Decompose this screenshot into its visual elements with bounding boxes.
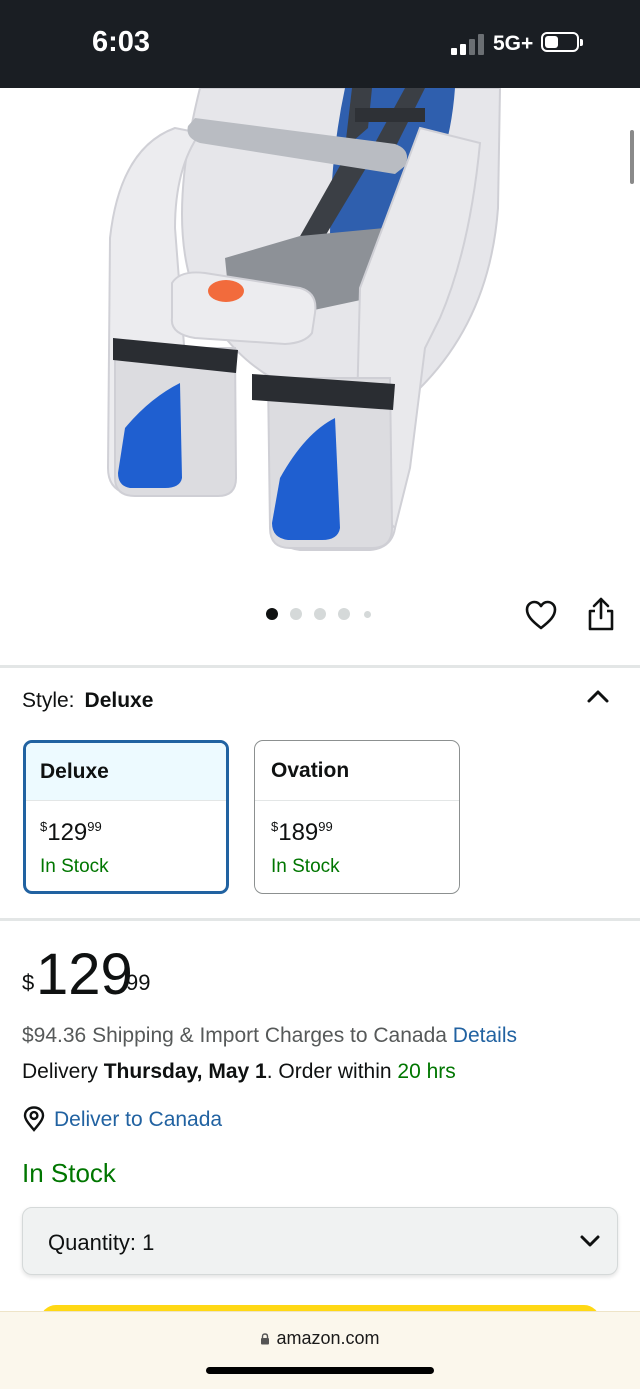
network-type: 5G+ [493,32,534,55]
divider [0,918,640,921]
shipping-charges: $94.36 Shipping & Import Charges to Cana… [22,1024,517,1047]
style-option-price: $18999 [271,819,333,846]
style-selector-label: Style: Deluxe [22,689,153,713]
heart-icon[interactable] [524,598,558,632]
location-pin-icon [23,1106,45,1132]
style-option-price: $12999 [40,819,102,846]
child-bike-seat-image [106,87,502,551]
home-indicator[interactable] [206,1367,434,1374]
pagination-dot[interactable] [266,608,278,620]
share-icon[interactable] [585,596,617,632]
style-label: Style: [22,689,75,712]
product-image[interactable] [0,87,640,578]
delivery-info: Delivery Thursday, May 1. Order within 2… [22,1060,456,1083]
style-selected-value: Deluxe [84,689,154,712]
style-option-name: Deluxe [26,743,226,801]
order-countdown: 20 hrs [397,1060,456,1083]
browser-address-bar[interactable]: amazon.com [0,1311,640,1389]
chevron-down-icon [580,1235,600,1247]
scrollbar[interactable] [630,130,634,184]
quantity-dropdown[interactable]: Quantity: 1 [22,1207,618,1275]
style-option-stock: In Stock [271,856,340,877]
shipping-details-link[interactable]: Details [453,1024,517,1047]
pagination-dot[interactable] [314,608,326,620]
status-time: 6:03 [92,26,151,58]
quantity-value: 1 [142,1230,155,1255]
divider [0,665,640,668]
battery-icon [541,32,583,52]
style-option-name: Ovation [255,741,459,801]
style-option-deluxe[interactable]: Deluxe $12999 In Stock [23,740,229,894]
delivery-date: Thursday, May 1 [103,1060,267,1083]
lock-icon [261,1333,270,1345]
status-bar: 6:03 5G+ [0,0,640,88]
style-option-stock: In Stock [40,856,109,877]
deliver-to-text: Deliver to Canada [54,1108,223,1131]
url-display[interactable]: amazon.com [0,1328,640,1349]
pagination-dot[interactable] [290,608,302,620]
cellular-signal-icon [451,33,487,55]
quantity-label: Quantity: 1 [48,1230,155,1255]
chevron-up-icon[interactable] [586,686,610,706]
pagination-dot[interactable] [338,608,350,620]
availability-status: In Stock [22,1158,116,1188]
pagination-dot[interactable] [364,611,371,618]
style-option-ovation[interactable]: Ovation $18999 In Stock [254,740,460,894]
